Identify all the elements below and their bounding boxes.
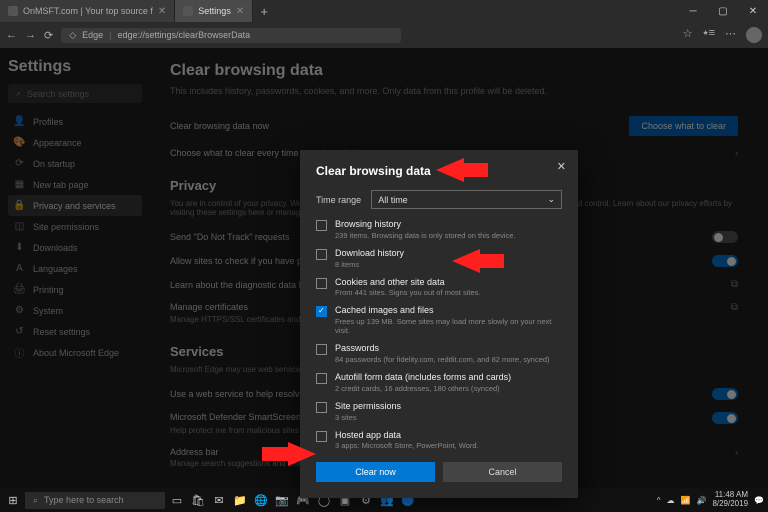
tray-icon[interactable]: ^: [657, 496, 661, 505]
annotation-arrow: [452, 249, 480, 273]
annotation-arrow: [436, 158, 464, 182]
item-title: Download history: [335, 248, 404, 259]
cancel-button[interactable]: Cancel: [443, 462, 562, 482]
clear-data-item[interactable]: Site permissions3 sites: [316, 401, 562, 422]
search-icon: ⌕: [33, 495, 38, 506]
url-text: edge://settings/clearBrowserData: [118, 30, 251, 40]
forward-icon[interactable]: →: [25, 29, 36, 41]
close-tab-icon[interactable]: ✕: [236, 6, 244, 17]
tab-label: Settings: [198, 6, 231, 16]
favorite-icon[interactable]: ☆: [683, 27, 693, 43]
item-desc: 239 items. Browsing data is only stored …: [335, 231, 516, 240]
item-desc: 8 items: [335, 260, 404, 269]
checkbox[interactable]: [316, 278, 327, 289]
minimize-icon[interactable]: ─: [678, 6, 708, 17]
clear-data-dialog: ✕ Clear browsing data Time range All tim…: [300, 150, 578, 498]
item-desc: Frees up 139 MB. Some sites may load mor…: [335, 317, 562, 335]
app-icon[interactable]: ✉: [210, 491, 228, 509]
time-range-label: Time range: [316, 195, 361, 205]
system-tray[interactable]: ^ ☁ 📶 🔊 11:48 AM 8/29/2019 💬: [657, 491, 764, 509]
task-view-icon[interactable]: ▭: [168, 491, 186, 509]
dialog-close-icon[interactable]: ✕: [557, 160, 566, 173]
maximize-icon[interactable]: ▢: [708, 6, 738, 17]
item-desc: 2 credit cards, 16 addresses, 180 others…: [335, 384, 511, 393]
browser-tab-active[interactable]: Settings ✕: [175, 0, 253, 22]
annotation-arrow: [262, 447, 288, 461]
app-icon[interactable]: 🛍: [189, 491, 207, 509]
window-controls: ─ ▢ ✕: [678, 6, 768, 17]
app-icon[interactable]: 🌐: [252, 491, 270, 509]
close-tab-icon[interactable]: ✕: [158, 6, 166, 17]
item-desc: From 441 sites. Signs you out of most si…: [335, 288, 480, 297]
main: Settings ⌕ Search settings 👤Profiles🎨App…: [0, 48, 768, 488]
item-title: Hosted app data: [335, 430, 479, 441]
checkbox[interactable]: [316, 431, 327, 442]
favorites-list-icon[interactable]: ⭑≡: [703, 27, 715, 43]
titlebar: OnMSFT.com | Your top source f ✕ Setting…: [0, 0, 768, 22]
clock-date: 8/29/2019: [712, 500, 748, 509]
back-icon[interactable]: ←: [6, 29, 17, 41]
notifications-icon[interactable]: 💬: [754, 496, 764, 505]
item-title: Passwords: [335, 343, 550, 354]
edge-icon: ◇: [69, 30, 76, 41]
tray-icon[interactable]: ☁: [667, 496, 675, 505]
avatar[interactable]: [746, 27, 762, 43]
browser-tab[interactable]: OnMSFT.com | Your top source f ✕: [0, 0, 175, 22]
address-bar: ← → ⟳ ◇ Edge | edge://settings/clearBrow…: [0, 22, 768, 48]
close-icon[interactable]: ✕: [738, 6, 768, 17]
item-title: Cached images and files: [335, 305, 562, 316]
clear-data-item[interactable]: Autofill form data (includes forms and c…: [316, 372, 562, 393]
clear-data-item[interactable]: Passwords84 passwords (for fidelity.com,…: [316, 343, 562, 364]
clear-data-item[interactable]: Cached images and filesFrees up 139 MB. …: [316, 305, 562, 335]
checkbox[interactable]: [316, 344, 327, 355]
url-input[interactable]: ◇ Edge | edge://settings/clearBrowserDat…: [61, 28, 401, 43]
chevron-down-icon: ⌄: [547, 194, 555, 205]
item-desc: 3 sites: [335, 413, 401, 422]
clear-now-button[interactable]: Clear now: [316, 462, 435, 482]
annotation-arrow: [480, 254, 504, 268]
favicon-icon: [8, 6, 18, 16]
checkbox[interactable]: [316, 220, 327, 231]
start-icon[interactable]: ⊞: [4, 491, 22, 509]
url-prefix: Edge: [82, 30, 103, 40]
refresh-icon[interactable]: ⟳: [44, 29, 53, 42]
tray-icon[interactable]: 📶: [681, 496, 691, 505]
checkbox[interactable]: [316, 373, 327, 384]
clear-data-item[interactable]: Cookies and other site dataFrom 441 site…: [316, 277, 562, 298]
menu-icon[interactable]: ⋯: [725, 27, 736, 43]
checkbox[interactable]: [316, 306, 327, 317]
checkbox[interactable]: [316, 249, 327, 260]
clear-data-item[interactable]: Download history8 items: [316, 248, 562, 269]
item-desc: 3 apps: Microsoft Store, PowerPoint, Wor…: [335, 441, 479, 450]
app-icon[interactable]: 📁: [231, 491, 249, 509]
app-icon[interactable]: 📷: [273, 491, 291, 509]
annotation-arrow: [464, 163, 488, 177]
item-title: Browsing history: [335, 219, 516, 230]
tray-icon[interactable]: 🔊: [696, 496, 706, 505]
clear-data-item[interactable]: Browsing history239 items. Browsing data…: [316, 219, 562, 240]
time-range-select[interactable]: All time ⌄: [371, 190, 562, 209]
new-tab-button[interactable]: +: [253, 4, 275, 19]
item-title: Autofill form data (includes forms and c…: [335, 372, 511, 383]
clear-data-item[interactable]: Hosted app data3 apps: Microsoft Store, …: [316, 430, 562, 451]
favicon-icon: [183, 6, 193, 16]
checkbox[interactable]: [316, 402, 327, 413]
item-desc: 84 passwords (for fidelity.com, reddit.c…: [335, 355, 550, 364]
annotation-arrow: [288, 442, 316, 466]
item-title: Site permissions: [335, 401, 401, 412]
tab-label: OnMSFT.com | Your top source f: [23, 6, 153, 16]
taskbar-search[interactable]: ⌕ Type here to search: [25, 492, 165, 509]
item-title: Cookies and other site data: [335, 277, 480, 288]
